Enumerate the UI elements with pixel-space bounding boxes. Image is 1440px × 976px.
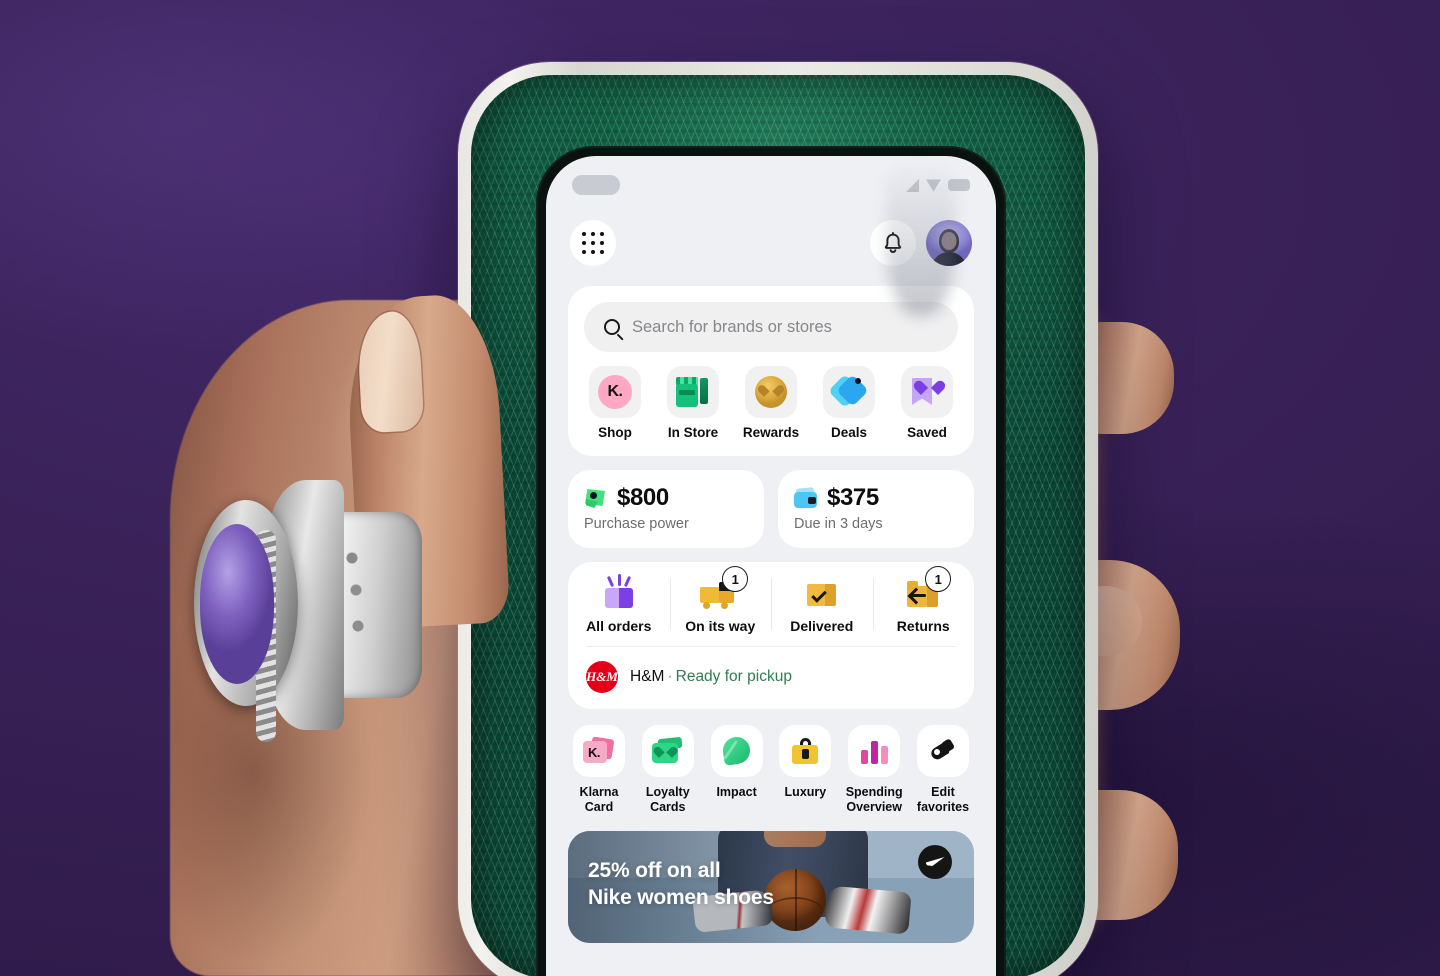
ring-gemstone xyxy=(200,524,274,684)
ring-bezel xyxy=(194,500,298,742)
ring xyxy=(186,466,422,742)
hand-front-layer xyxy=(0,0,1440,976)
thumbnail xyxy=(356,310,425,434)
